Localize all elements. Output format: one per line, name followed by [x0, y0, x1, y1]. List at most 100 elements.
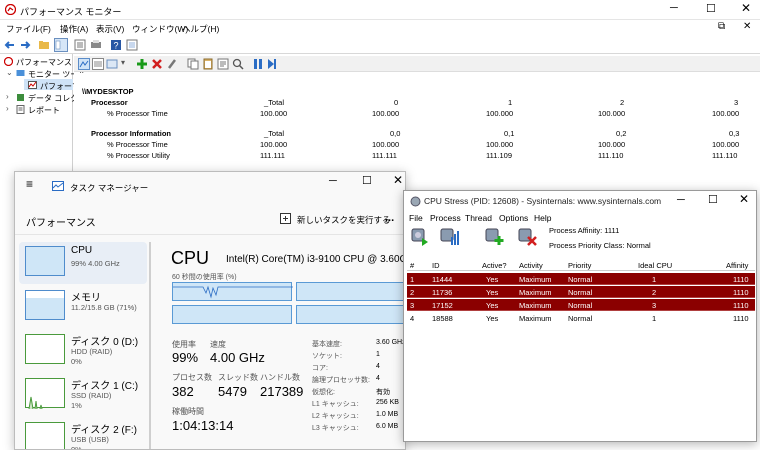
tree-root[interactable]: パフォーマンス — [16, 57, 72, 68]
delete-counter-icon[interactable] — [151, 58, 163, 70]
add-counter-icon[interactable] — [136, 58, 148, 70]
cell: 11736 — [432, 288, 453, 297]
table-row[interactable]: 1 11444 Yes Maximum Normal 1 1110 — [407, 273, 755, 285]
view-graph-icon[interactable] — [78, 58, 90, 70]
child-restore-icon[interactable]: ⧉ — [718, 21, 725, 32]
close-icon[interactable]: ✕ — [741, 1, 751, 15]
sidebar-item-detail: USB (USB) — [71, 435, 109, 444]
menu-action[interactable]: 操作(A) — [60, 23, 88, 35]
report-col: 3 — [734, 98, 739, 107]
chevron-right-icon[interactable]: › — [6, 92, 9, 101]
activate-thread-icon[interactable] — [410, 226, 430, 246]
forward-icon[interactable] — [19, 39, 31, 51]
report-col: 0,3 — [729, 129, 740, 138]
chevron-right-icon[interactable]: › — [6, 104, 9, 113]
maximize-icon[interactable]: ☐ — [362, 174, 372, 187]
minimize-icon[interactable]: ─ — [329, 175, 337, 187]
zoom-icon[interactable] — [232, 58, 244, 70]
chevron-down-icon[interactable]: ⌄ — [6, 68, 13, 77]
freeze-display-icon[interactable] — [252, 58, 264, 70]
minimize-icon[interactable]: ─ — [677, 194, 685, 206]
sidebar-item-disk-0[interactable]: ディスク 0 (D:) HDD (RAID) 0% — [19, 330, 147, 372]
create-thread-icon[interactable] — [484, 226, 504, 246]
spec-value: 1.0 MB — [376, 411, 399, 418]
column-header[interactable]: Affinity — [726, 261, 748, 270]
cell: Yes — [486, 275, 499, 284]
menu-options[interactable]: Options — [499, 213, 528, 223]
minimize-icon[interactable]: ─ — [670, 2, 678, 14]
more-options-button[interactable]: ... — [385, 212, 394, 224]
column-header[interactable]: ID — [432, 261, 440, 270]
run-new-task-button[interactable]: 新しいタスクを実行する — [297, 214, 391, 226]
console-tree-icon[interactable] — [54, 38, 68, 52]
copy-icon[interactable] — [187, 58, 199, 70]
maximize-icon[interactable]: ☐ — [706, 2, 716, 15]
child-close-icon[interactable]: ✕ — [743, 21, 751, 32]
menu-thread[interactable]: Thread — [465, 213, 492, 223]
column-header[interactable]: Ideal CPU — [638, 261, 672, 270]
sidebar-scrollbar[interactable] — [149, 242, 151, 449]
report-counter: % Processor Utility — [107, 151, 170, 160]
cell: 1110 — [733, 301, 749, 310]
kill-thread-icon[interactable] — [517, 226, 537, 246]
report-value: 100.000 — [260, 140, 288, 149]
cell: 2 — [652, 288, 657, 297]
cell: Maximum — [519, 288, 552, 297]
column-header[interactable]: Priority — [568, 261, 591, 270]
spec-label: コア: — [312, 365, 328, 372]
highlight-icon[interactable] — [166, 58, 178, 70]
menu-help[interactable]: Help — [534, 213, 551, 223]
report-col: 0,1 — [504, 129, 515, 138]
sidebar-item-disk-2[interactable]: ディスク 2 (F:) USB (USB) 0% — [19, 418, 147, 449]
table-row[interactable]: 3 17152 Yes Maximum Normal 3 1110 — [407, 299, 755, 311]
spec-label: L1 キャッシュ: — [312, 401, 359, 408]
menu-help[interactable]: ヘルプ(H) — [182, 23, 219, 35]
cell: 1 — [652, 275, 657, 284]
help-icon[interactable]: ? — [110, 39, 122, 51]
close-icon[interactable]: ✕ — [393, 173, 403, 187]
cpu-stress-app-icon — [410, 196, 421, 207]
chevron-down-icon[interactable]: ▾ — [121, 58, 125, 67]
cell: Maximum — [519, 301, 552, 310]
menu-window[interactable]: ウィンドウ(W) — [132, 23, 188, 35]
update-data-icon[interactable] — [266, 58, 278, 70]
sidebar-item-label: メモリ — [71, 293, 101, 304]
sidebar-item-disk-1[interactable]: ディスク 1 (C:) SSD (RAID) 1% — [19, 374, 147, 416]
sidebar-item-memory[interactable]: メモリ 11.2/15.8 GB (71%) — [19, 286, 147, 328]
maximize-icon[interactable]: ☐ — [708, 193, 718, 206]
export-icon[interactable] — [90, 39, 102, 51]
view-report-icon[interactable] — [92, 58, 104, 70]
paste-icon[interactable] — [202, 58, 214, 70]
process-priority-class: Process Priority Class: Normal — [549, 241, 651, 250]
column-header[interactable]: # — [410, 261, 414, 270]
threads-value: 5479 — [218, 384, 247, 399]
list-icon[interactable] — [74, 39, 86, 51]
menu-file[interactable]: File — [409, 213, 423, 223]
spec-label: L3 キャッシュ: — [312, 425, 359, 432]
spec-value: 有効 — [376, 389, 390, 396]
menu-view[interactable]: 表示(V) — [96, 23, 124, 35]
hamburger-menu-icon[interactable]: ≡ — [26, 177, 33, 191]
report-value: 100.000 — [598, 140, 626, 149]
cell: 2 — [410, 288, 415, 297]
close-icon[interactable]: ✕ — [739, 192, 749, 206]
folder-icon[interactable] — [38, 39, 50, 51]
sidebar-item-cpu[interactable]: CPU 99% 4.00 GHz — [19, 242, 147, 284]
task-manager-title: タスク マネージャー — [70, 183, 149, 193]
properties-icon[interactable] — [126, 39, 138, 51]
column-header[interactable]: Active? — [482, 261, 507, 270]
menu-process[interactable]: Process — [430, 213, 461, 223]
activity-level-icon[interactable] — [439, 226, 459, 246]
table-row[interactable]: 2 11736 Yes Maximum Normal 2 1110 — [407, 286, 755, 298]
column-header[interactable]: Activity — [519, 261, 543, 270]
menu-file[interactable]: ファイル(F) — [6, 23, 51, 35]
perfmon-tree-icon — [4, 57, 13, 66]
tree-reports[interactable]: レポート — [28, 105, 60, 116]
sidebar-item-usage: 1% — [71, 401, 82, 410]
cpu-model: Intel(R) Core(TM) i3-9100 CPU @ 3.60G — [226, 254, 406, 265]
change-graph-type-icon[interactable] — [106, 58, 118, 70]
table-row[interactable]: 4 18588 Yes Maximum Normal 1 1110 — [407, 312, 755, 324]
back-icon[interactable] — [4, 39, 16, 51]
properties-icon[interactable] — [217, 58, 229, 70]
report-value: 100.000 — [260, 109, 288, 118]
